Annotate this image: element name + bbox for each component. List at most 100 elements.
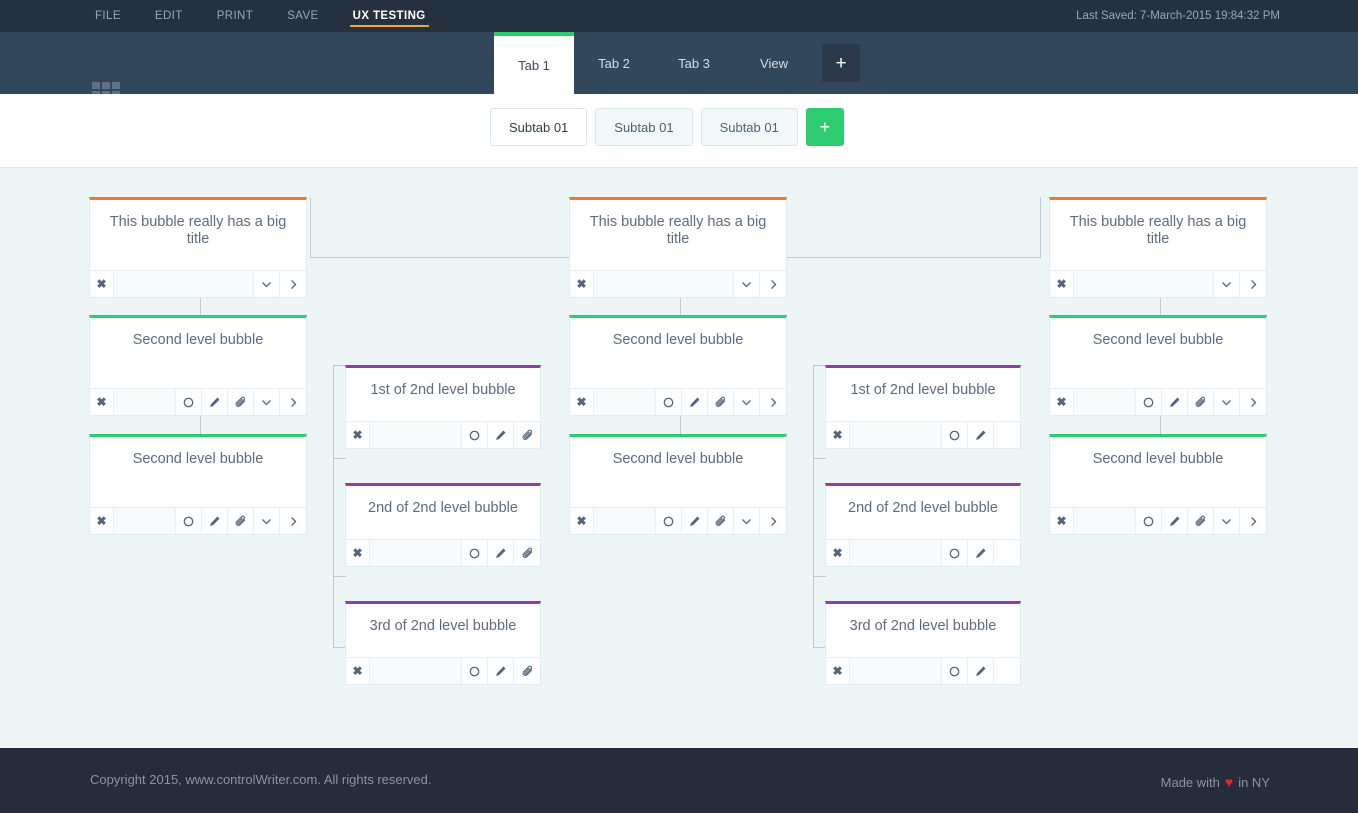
pencil-icon[interactable]: [488, 540, 514, 566]
bubble-card[interactable]: 3rd of 2nd level bubble ✖: [825, 601, 1021, 685]
chevron-right-icon[interactable]: [1240, 508, 1266, 534]
subtab-2[interactable]: Subtab 01: [595, 108, 693, 146]
add-subtab-button[interactable]: +: [805, 108, 844, 146]
circle-icon[interactable]: [176, 508, 202, 534]
chevron-down-icon[interactable]: [734, 271, 760, 297]
chevron-down-icon[interactable]: [254, 389, 280, 415]
close-icon[interactable]: ✖: [570, 508, 594, 534]
pencil-icon[interactable]: [202, 389, 228, 415]
chevron-right-icon[interactable]: [1240, 389, 1266, 415]
pencil-icon[interactable]: [968, 422, 994, 448]
paperclip-icon[interactable]: [1188, 508, 1214, 534]
chevron-right-icon[interactable]: [280, 271, 306, 297]
menu-item-edit[interactable]: EDIT: [138, 0, 200, 32]
pencil-icon[interactable]: [682, 508, 708, 534]
close-icon[interactable]: ✖: [1050, 389, 1074, 415]
pencil-icon[interactable]: [968, 658, 994, 684]
close-icon[interactable]: ✖: [826, 658, 850, 684]
close-icon[interactable]: ✖: [346, 422, 370, 448]
chevron-right-icon[interactable]: [760, 508, 786, 534]
circle-icon[interactable]: [942, 540, 968, 566]
pencil-icon[interactable]: [968, 540, 994, 566]
chevron-down-icon[interactable]: [254, 271, 280, 297]
paperclip-icon[interactable]: [228, 389, 254, 415]
chevron-down-icon[interactable]: [1214, 508, 1240, 534]
tab-tab-1[interactable]: Tab 1: [494, 32, 574, 94]
circle-icon[interactable]: [656, 508, 682, 534]
chevron-right-icon[interactable]: [280, 508, 306, 534]
chevron-right-icon[interactable]: [1240, 271, 1266, 297]
bubble-card[interactable]: Second level bubble ✖: [89, 434, 307, 535]
menu-item-save[interactable]: SAVE: [270, 0, 335, 32]
chevron-right-icon[interactable]: [760, 389, 786, 415]
close-icon[interactable]: ✖: [570, 389, 594, 415]
close-icon[interactable]: ✖: [90, 508, 114, 534]
circle-icon[interactable]: [462, 658, 488, 684]
bubble-toolbar: ✖: [826, 657, 1020, 684]
bubble-card[interactable]: This bubble really has a big title ✖: [89, 197, 307, 298]
pencil-icon[interactable]: [1162, 389, 1188, 415]
bubble-card[interactable]: 1st of 2nd level bubble ✖: [345, 365, 541, 449]
bubble-card[interactable]: This bubble really has a big title ✖: [1049, 197, 1267, 298]
close-icon[interactable]: ✖: [826, 422, 850, 448]
copyright-text: Copyright 2015, www.controlWriter.com. A…: [90, 772, 432, 787]
bubble-card[interactable]: 2nd of 2nd level bubble ✖: [345, 483, 541, 567]
bubble-card[interactable]: Second level bubble ✖: [569, 315, 787, 416]
paperclip-icon[interactable]: [228, 508, 254, 534]
bubble-card[interactable]: 1st of 2nd level bubble ✖: [825, 365, 1021, 449]
tab-view[interactable]: View: [734, 32, 814, 94]
circle-icon[interactable]: [656, 389, 682, 415]
circle-icon[interactable]: [942, 658, 968, 684]
chevron-down-icon[interactable]: [1214, 389, 1240, 415]
subtab-3[interactable]: Subtab 01: [700, 108, 798, 146]
chevron-down-icon[interactable]: [254, 508, 280, 534]
paperclip-icon[interactable]: [514, 658, 540, 684]
chevron-right-icon[interactable]: [760, 271, 786, 297]
chevron-right-icon[interactable]: [280, 389, 306, 415]
close-icon[interactable]: ✖: [346, 658, 370, 684]
menu-item-print[interactable]: PRINT: [200, 0, 271, 32]
circle-icon[interactable]: [942, 422, 968, 448]
circle-icon[interactable]: [462, 422, 488, 448]
circle-icon[interactable]: [1136, 508, 1162, 534]
bubble-card[interactable]: Second level bubble ✖: [569, 434, 787, 535]
chevron-down-icon[interactable]: [734, 389, 760, 415]
add-tab-button[interactable]: +: [822, 44, 860, 82]
pencil-icon[interactable]: [488, 422, 514, 448]
close-icon[interactable]: ✖: [826, 540, 850, 566]
pencil-icon[interactable]: [202, 508, 228, 534]
paperclip-icon[interactable]: [514, 422, 540, 448]
subtab-bar: Subtab 01 Subtab 01 Subtab 01 +: [0, 94, 1358, 168]
bubble-card[interactable]: 2nd of 2nd level bubble ✖: [825, 483, 1021, 567]
bubble-card[interactable]: 3rd of 2nd level bubble ✖: [345, 601, 541, 685]
chevron-down-icon[interactable]: [734, 508, 760, 534]
bubble-card[interactable]: This bubble really has a big title ✖: [569, 197, 787, 298]
pencil-icon[interactable]: [682, 389, 708, 415]
bubble-card[interactable]: Second level bubble ✖: [89, 315, 307, 416]
circle-icon[interactable]: [1136, 389, 1162, 415]
circle-icon[interactable]: [176, 389, 202, 415]
circle-icon[interactable]: [462, 540, 488, 566]
close-icon[interactable]: ✖: [90, 271, 114, 297]
close-icon[interactable]: ✖: [1050, 271, 1074, 297]
bubble-toolbar: ✖: [1050, 507, 1266, 534]
close-icon[interactable]: ✖: [90, 389, 114, 415]
toolbar-empty-cell: [994, 422, 1020, 448]
menu-item-ux-testing[interactable]: UX TESTING: [336, 0, 443, 32]
paperclip-icon[interactable]: [708, 389, 734, 415]
subtab-1[interactable]: Subtab 01: [490, 108, 588, 146]
close-icon[interactable]: ✖: [346, 540, 370, 566]
menu-item-file[interactable]: FILE: [78, 0, 138, 32]
chevron-down-icon[interactable]: [1214, 271, 1240, 297]
tab-tab-2[interactable]: Tab 2: [574, 32, 654, 94]
close-icon[interactable]: ✖: [570, 271, 594, 297]
paperclip-icon[interactable]: [514, 540, 540, 566]
tab-tab-3[interactable]: Tab 3: [654, 32, 734, 94]
bubble-card[interactable]: Second level bubble ✖: [1049, 315, 1267, 416]
pencil-icon[interactable]: [1162, 508, 1188, 534]
pencil-icon[interactable]: [488, 658, 514, 684]
close-icon[interactable]: ✖: [1050, 508, 1074, 534]
bubble-card[interactable]: Second level bubble ✖: [1049, 434, 1267, 535]
paperclip-icon[interactable]: [1188, 389, 1214, 415]
paperclip-icon[interactable]: [708, 508, 734, 534]
